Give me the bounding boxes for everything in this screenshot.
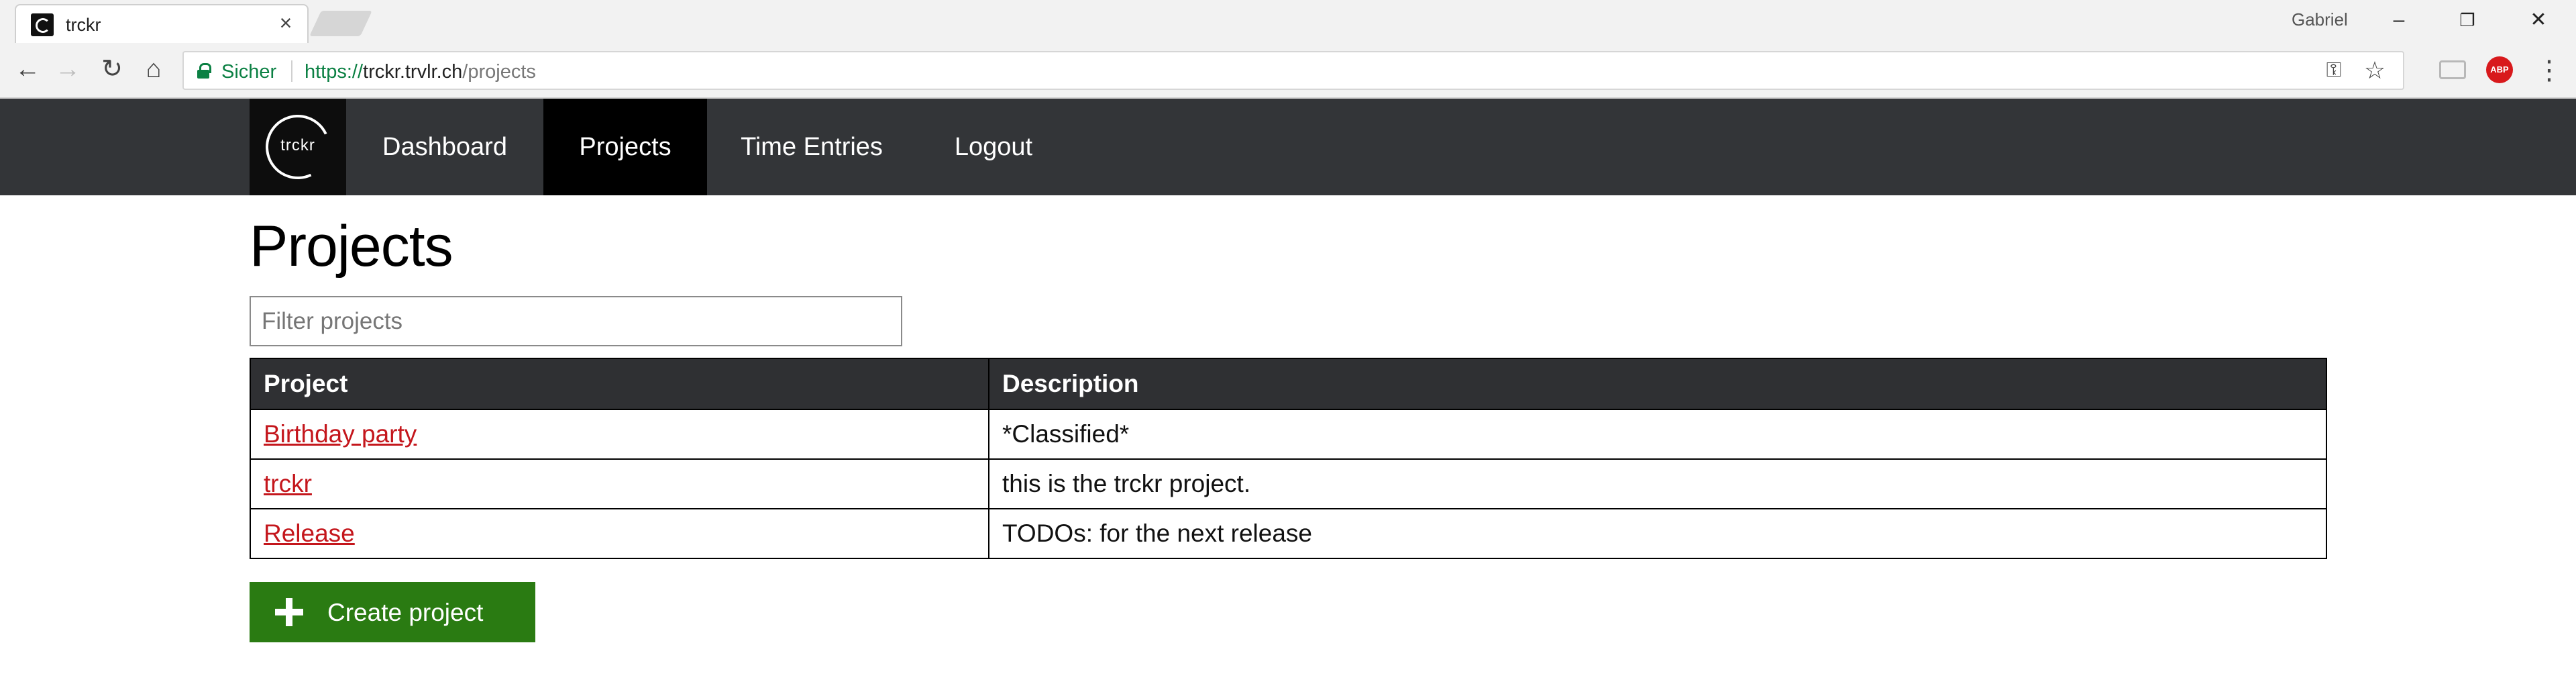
nav-dashboard[interactable]: Dashboard — [346, 99, 543, 195]
table-header-row: Project Description — [250, 358, 2327, 410]
url-text: https://trckr.trvlr.ch/projects — [305, 61, 536, 83]
browser-chrome: trckr × Gabriel – ❐ ✕ ← → ↻ ⌂ Sicher htt… — [0, 0, 2576, 99]
description-cell: *Classified* — [988, 409, 2327, 460]
nav-projects[interactable]: Projects — [543, 99, 707, 195]
secure-label: Sicher — [221, 61, 277, 83]
create-project-button[interactable]: Create project — [250, 582, 535, 642]
address-bar[interactable]: Sicher https://trckr.trvlr.ch/projects ⚿… — [182, 51, 2404, 90]
home-icon[interactable]: ⌂ — [138, 54, 169, 85]
nav-logout[interactable]: Logout — [916, 99, 1071, 195]
column-header-project[interactable]: Project — [250, 358, 989, 410]
tab-title: trckr — [66, 15, 101, 35]
restore-icon[interactable]: ❐ — [2447, 4, 2487, 36]
back-icon[interactable]: ← — [12, 54, 43, 85]
project-link[interactable]: Birthday party — [264, 420, 417, 448]
url-protocol: https:// — [305, 61, 364, 83]
browser-toolbar: ← → ↻ ⌂ Sicher https://trckr.trvlr.ch/pr… — [0, 43, 2576, 99]
description-cell: this is the trckr project. — [988, 458, 2327, 509]
nav-time-entries[interactable]: Time Entries — [707, 99, 916, 195]
url-path: /projects — [462, 61, 536, 83]
browser-menu-icon[interactable]: ⋮ — [2536, 55, 2563, 86]
project-link[interactable]: trckr — [264, 470, 312, 497]
bookmark-star-icon[interactable]: ☆ — [2361, 58, 2388, 83]
cast-icon[interactable] — [2439, 60, 2466, 79]
window-close-icon[interactable]: ✕ — [2518, 4, 2559, 36]
create-project-label: Create project — [327, 599, 484, 626]
minimize-icon[interactable]: – — [2379, 4, 2419, 36]
key-icon[interactable]: ⚿ — [2321, 59, 2347, 82]
page-title: Projects — [250, 214, 453, 279]
project-cell: Release — [250, 508, 989, 559]
url-host: trckr.trvlr.ch — [363, 61, 463, 83]
brand-logo[interactable]: trckr — [250, 99, 346, 195]
favicon-icon — [31, 13, 54, 36]
brand-text: trckr — [280, 136, 315, 154]
table-row: trckr this is the trckr project. — [250, 458, 2327, 509]
browser-tab[interactable]: trckr × — [15, 4, 309, 43]
new-tab-button[interactable] — [309, 11, 372, 36]
filter-projects-input[interactable] — [250, 296, 902, 346]
plus-icon — [275, 598, 303, 626]
reload-icon[interactable]: ↻ — [97, 54, 127, 85]
lock-icon — [197, 63, 211, 79]
table-row: Birthday party *Classified* — [250, 409, 2327, 460]
forward-icon[interactable]: → — [52, 54, 83, 85]
description-cell: TODOs: for the next release — [988, 508, 2327, 559]
projects-table: Project Description Birthday party *Clas… — [250, 358, 2327, 559]
tab-close-icon[interactable]: × — [275, 12, 297, 34]
tab-strip: trckr × Gabriel – ❐ ✕ — [0, 0, 2576, 43]
project-link[interactable]: Release — [264, 519, 355, 547]
omnibox-divider — [291, 60, 292, 82]
project-cell: Birthday party — [250, 409, 989, 460]
table-row: Release TODOs: for the next release — [250, 508, 2327, 559]
column-header-description[interactable]: Description — [988, 358, 2327, 410]
adblock-plus-icon[interactable]: ABP — [2486, 56, 2513, 83]
project-cell: trckr — [250, 458, 989, 509]
app-navbar: trckr Dashboard Projects Time Entries Lo… — [0, 99, 2576, 195]
profile-name[interactable]: Gabriel — [2292, 9, 2348, 30]
